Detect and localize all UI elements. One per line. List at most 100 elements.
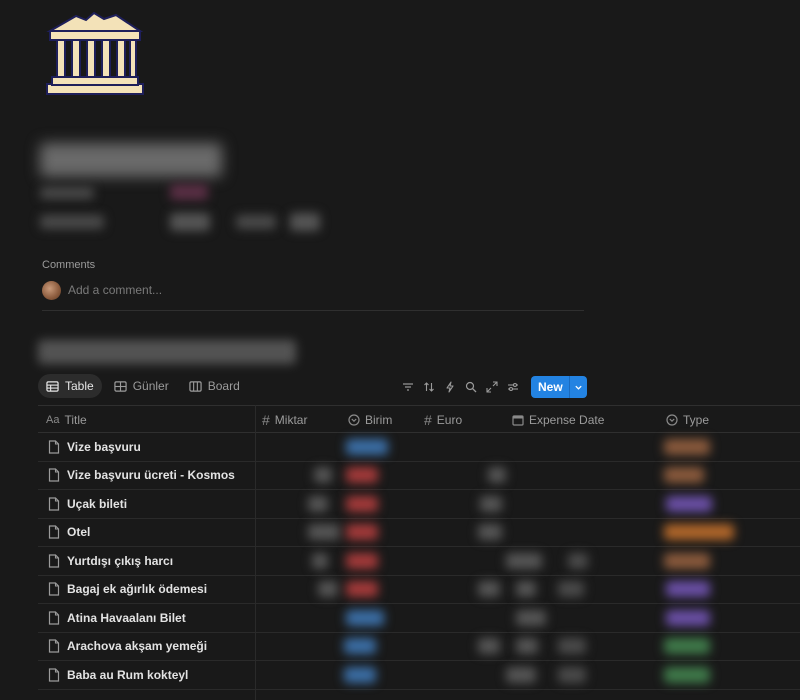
view-tabs: Table Günler Board <box>38 374 248 398</box>
birim-cell-blurred[interactable] <box>346 495 378 512</box>
select-property-icon <box>666 413 678 426</box>
view-settings-button[interactable] <box>505 377 521 397</box>
new-button[interactable]: New <box>531 376 587 398</box>
comment-input[interactable]: Add a comment... <box>68 281 162 300</box>
birim-cell-blurred[interactable] <box>346 438 388 455</box>
miktar-cell-blurred[interactable] <box>312 552 328 569</box>
sliders-icon <box>508 382 518 392</box>
select-property-icon <box>348 413 360 426</box>
euro-cell-blurred[interactable] <box>516 638 538 655</box>
type-cell-blurred[interactable] <box>664 524 734 541</box>
euro-cell-blurred[interactable] <box>516 609 546 626</box>
expense-date-cell-blurred[interactable] <box>558 638 586 655</box>
page-icon <box>48 525 60 539</box>
column-header-birim[interactable]: Birim <box>348 406 392 433</box>
new-dropdown-button[interactable] <box>568 376 587 398</box>
birim-cell-blurred[interactable] <box>346 552 378 569</box>
type-cell-blurred[interactable] <box>664 638 710 655</box>
tab-label: Günler <box>132 379 169 393</box>
column-header-type[interactable]: Type <box>666 406 709 433</box>
type-cell-blurred[interactable] <box>664 438 710 455</box>
euro-cell-blurred[interactable] <box>478 581 500 598</box>
table-row[interactable]: Uçak bileti <box>38 490 800 519</box>
miktar-cell-blurred[interactable] <box>314 467 332 484</box>
type-cell-blurred[interactable] <box>666 495 712 512</box>
sort-icon <box>424 382 434 392</box>
table-header: Aa Title # Miktar Birim # Euro Expense D… <box>38 405 800 433</box>
birim-cell-blurred[interactable] <box>346 524 378 541</box>
miktar-cell-blurred[interactable] <box>308 495 328 512</box>
birim-cell-blurred[interactable] <box>344 666 376 683</box>
euro-cell-blurred[interactable] <box>506 552 542 569</box>
euro-cell-blurred[interactable] <box>478 524 502 541</box>
table-row[interactable]: Baba au Rum kokteyl <box>38 661 800 690</box>
automation-button[interactable] <box>442 377 458 397</box>
row-title-cell[interactable]: Otel <box>48 525 90 539</box>
search-button[interactable] <box>463 377 479 397</box>
tab-board[interactable]: Board <box>181 374 248 398</box>
search-icon <box>465 381 477 393</box>
euro-cell-blurred[interactable] <box>488 467 506 484</box>
type-cell-blurred[interactable] <box>666 581 710 598</box>
birim-cell-blurred[interactable] <box>346 581 378 598</box>
table-row[interactable]: Vize başvuru <box>38 433 800 462</box>
database-toolbar <box>400 376 521 398</box>
type-cell-blurred[interactable] <box>664 552 710 569</box>
page-icon <box>48 554 60 568</box>
row-title-cell[interactable]: Uçak bileti <box>48 497 127 511</box>
number-property-icon: # <box>424 411 432 428</box>
board-icon <box>189 380 202 392</box>
expand-button[interactable] <box>484 377 500 397</box>
sort-button[interactable] <box>421 377 437 397</box>
table-row[interactable]: Atina Havaalanı Bilet <box>38 604 800 633</box>
row-title-cell[interactable]: Atina Havaalanı Bilet <box>48 611 186 625</box>
miktar-cell-blurred[interactable] <box>318 581 338 598</box>
birim-cell-blurred[interactable] <box>344 638 376 655</box>
row-title-cell[interactable]: Vize başvuru ücreti - Kosmos <box>48 468 235 482</box>
row-title-cell[interactable]: Bagaj ek ağırlık ödemesi <box>48 582 207 596</box>
row-title-cell[interactable]: Baba au Rum kokteyl <box>48 668 188 682</box>
table-row[interactable]: Yurtdışı çıkış harcı <box>38 547 800 576</box>
tab-label: Table <box>65 379 94 393</box>
page-icon <box>48 639 60 653</box>
column-header-euro[interactable]: # Euro <box>424 406 462 433</box>
tab-gunler[interactable]: Günler <box>106 374 177 398</box>
euro-cell-blurred[interactable] <box>478 638 500 655</box>
table-row[interactable]: Bagaj ek ağırlık ödemesi <box>38 576 800 604</box>
text-property-icon: Aa <box>46 413 60 426</box>
column-header-miktar[interactable]: # Miktar <box>262 406 307 433</box>
euro-cell-blurred[interactable] <box>506 666 536 683</box>
birim-cell-blurred[interactable] <box>346 467 378 484</box>
miktar-cell-blurred[interactable] <box>308 524 340 541</box>
new-button-label: New <box>538 380 563 394</box>
tab-table[interactable]: Table <box>38 374 102 398</box>
table-row[interactable]: Vize başvuru ücreti - Kosmos <box>38 462 800 490</box>
table-row[interactable]: Arachova akşam yemeği <box>38 633 800 661</box>
expand-icon <box>486 381 498 393</box>
page-icon <box>48 497 60 511</box>
expense-date-cell-blurred[interactable] <box>558 581 584 598</box>
database-title-blurred[interactable] <box>38 340 296 364</box>
column-header-title[interactable]: Aa Title <box>46 406 87 433</box>
page-icon <box>48 582 60 596</box>
euro-cell-blurred[interactable] <box>516 581 536 598</box>
number-property-icon: # <box>262 411 270 428</box>
comment-composer[interactable]: Add a comment... <box>42 281 584 311</box>
tab-label: Board <box>207 379 240 393</box>
expense-date-cell-blurred[interactable] <box>558 666 586 683</box>
expense-date-cell-blurred[interactable] <box>568 552 588 569</box>
page-icon <box>48 440 60 454</box>
euro-cell-blurred[interactable] <box>480 495 502 512</box>
page-icon-parthenon[interactable] <box>46 10 144 96</box>
column-header-expense-date[interactable]: Expense Date <box>512 406 604 433</box>
table-row[interactable]: Otel <box>38 519 800 547</box>
row-title-cell[interactable]: Vize başvuru <box>48 440 141 454</box>
row-title-cell[interactable]: Arachova akşam yemeği <box>48 639 207 653</box>
birim-cell-blurred[interactable] <box>346 609 384 626</box>
gallery-icon <box>114 380 127 392</box>
row-title-cell[interactable]: Yurtdışı çıkış harcı <box>48 554 173 568</box>
filter-button[interactable] <box>400 377 416 397</box>
type-cell-blurred[interactable] <box>666 609 710 626</box>
type-cell-blurred[interactable] <box>664 666 710 683</box>
type-cell-blurred[interactable] <box>664 467 704 484</box>
